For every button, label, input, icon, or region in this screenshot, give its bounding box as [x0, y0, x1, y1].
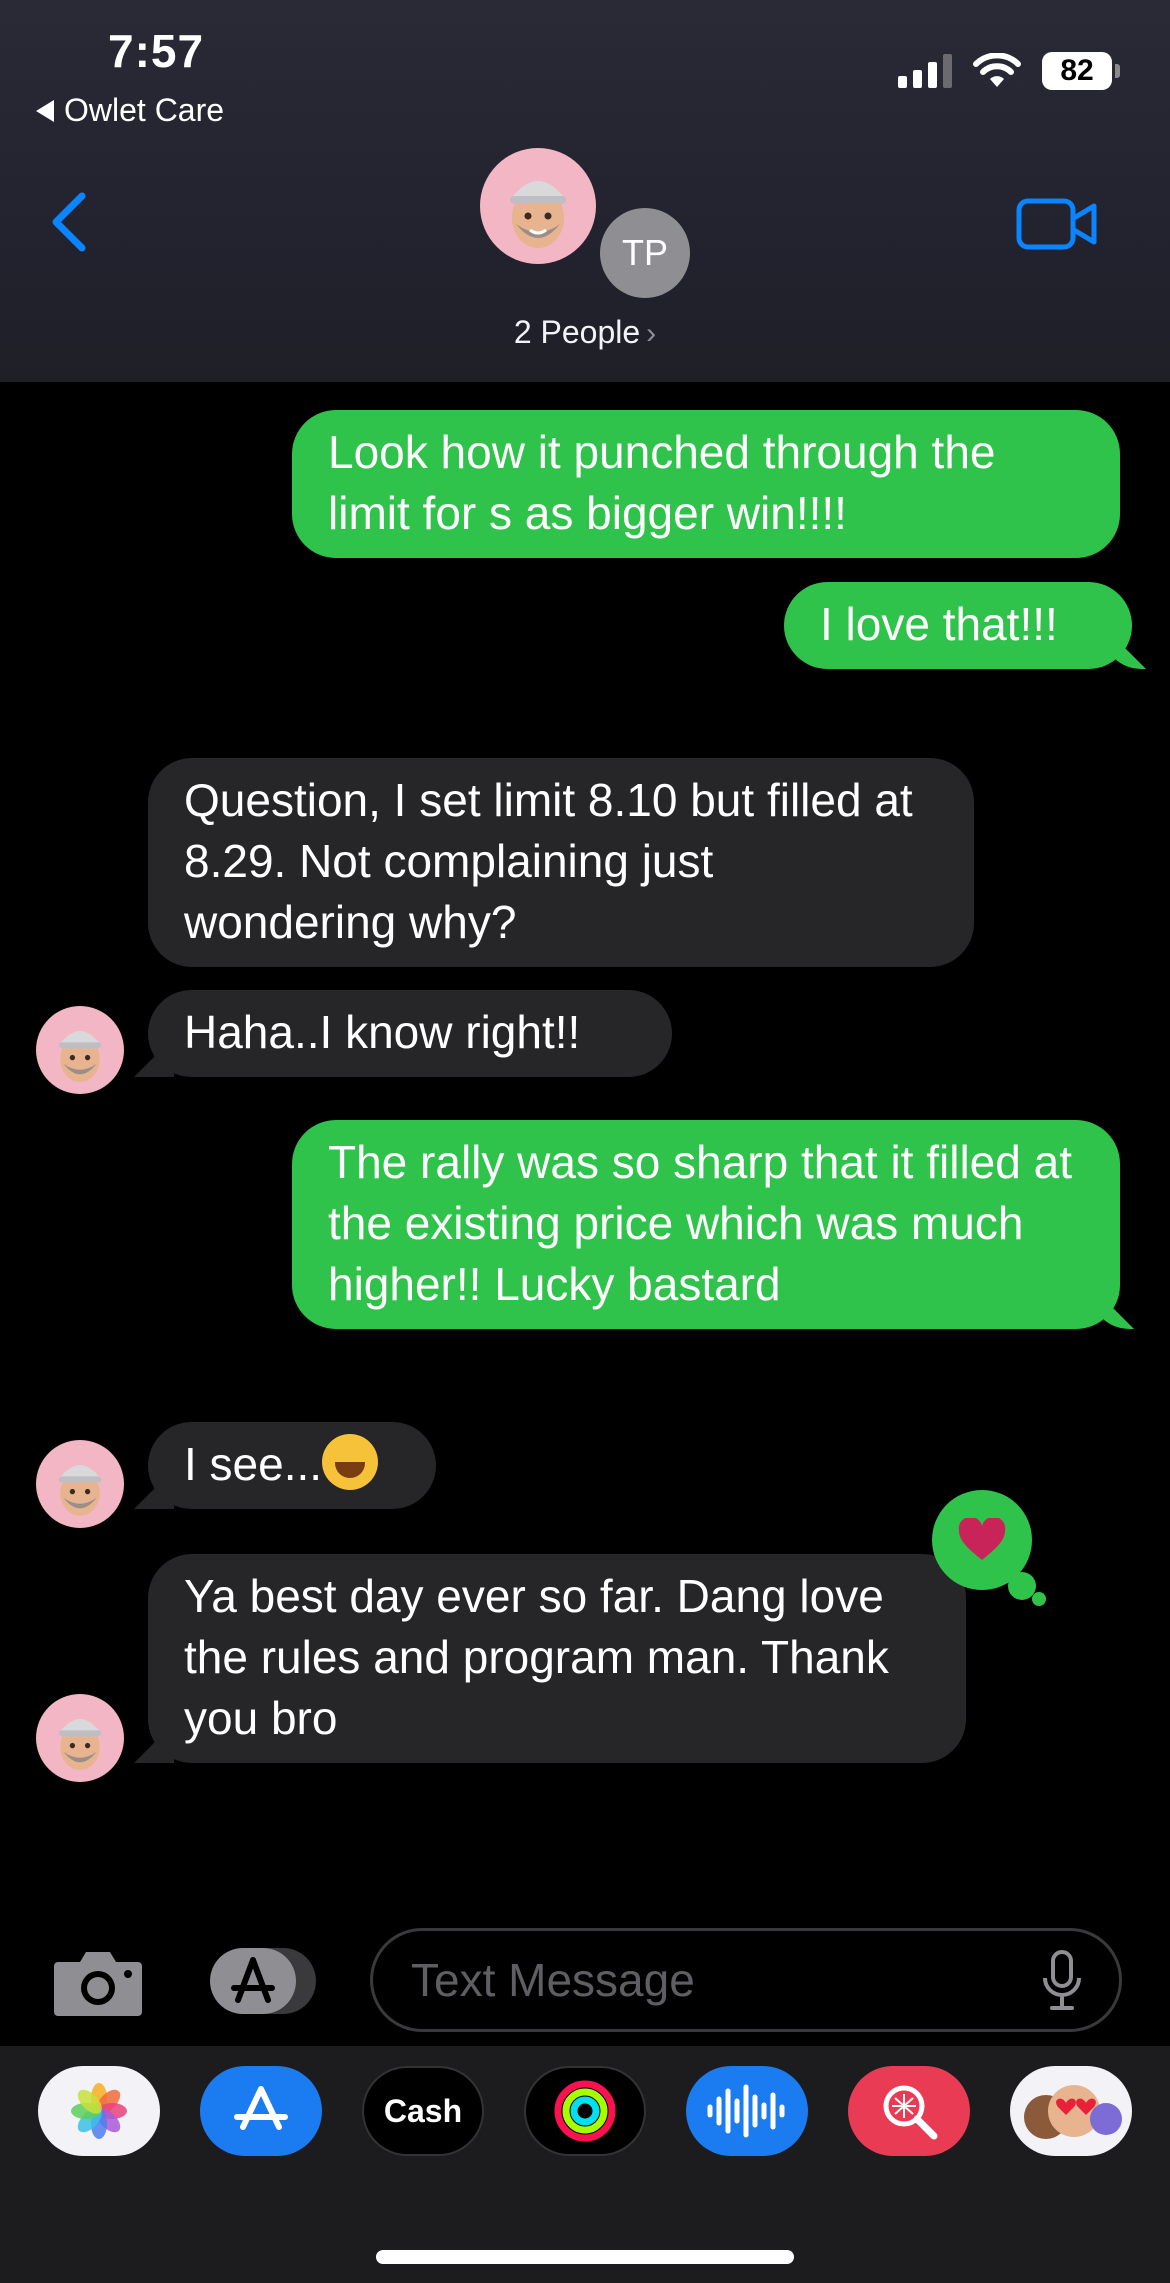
- image-search-icon[interactable]: [848, 2066, 970, 2156]
- message-bubble-received[interactable]: Ya best day ever so far. Dang love the r…: [148, 1554, 966, 1763]
- camera-icon[interactable]: [52, 1944, 144, 2018]
- status-indicators: 82: [898, 52, 1120, 90]
- participants-label: 2 People: [513, 314, 641, 350]
- home-indicator[interactable]: [376, 2250, 794, 2264]
- message-input[interactable]: [370, 1928, 1122, 2032]
- status-time: 7:57: [108, 25, 205, 77]
- back-triangle-icon: [36, 99, 54, 122]
- message-bubble-received[interactable]: I see...: [148, 1422, 436, 1509]
- apple-cash-label: Cash: [383, 2092, 463, 2129]
- message-bubble-received[interactable]: Haha..I know right!!: [148, 990, 672, 1077]
- sender-avatar[interactable]: [36, 1440, 124, 1528]
- memoji-avatar-icon: [58, 1031, 102, 1082]
- message-bubble-sent[interactable]: I love that!!!: [784, 582, 1132, 669]
- sender-avatar[interactable]: [36, 1006, 124, 1094]
- conversation-header: 7:57 Owlet Care 82 TP 2 People ›: [0, 0, 1170, 382]
- message-bubble-sent[interactable]: Look how it punched through the limit fo…: [292, 410, 1120, 558]
- participants-details-link[interactable]: 2 People ›: [0, 314, 1170, 351]
- message-bubble-sent[interactable]: The rally was so sharp that it filled at…: [292, 1120, 1120, 1329]
- photos-icon[interactable]: [38, 2066, 160, 2156]
- chevron-left-icon[interactable]: [48, 192, 88, 252]
- wifi-icon: [973, 53, 1021, 87]
- microphone-icon[interactable]: [1040, 1950, 1084, 2010]
- battery-icon: 82: [1042, 52, 1120, 90]
- heart-icon: [958, 1518, 1006, 1560]
- contact-avatar[interactable]: [480, 148, 596, 264]
- cellular-signal-icon: [898, 54, 952, 88]
- sender-avatar[interactable]: [36, 1694, 124, 1782]
- audio-message-icon[interactable]: [686, 2066, 808, 2156]
- chevron-right-icon: ›: [646, 317, 657, 350]
- memoji-avatar-icon: [58, 1465, 102, 1516]
- message-bubble-received[interactable]: Question, I set limit 8.10 but filled at…: [148, 758, 974, 967]
- app-store-drawer-icon[interactable]: [208, 1944, 318, 2018]
- memoji-avatar-icon: [58, 1719, 102, 1770]
- message-text: I see...: [184, 1438, 323, 1490]
- app-store-icon[interactable]: [200, 2066, 322, 2156]
- back-app-label: Owlet Care: [64, 92, 225, 128]
- facetime-video-icon[interactable]: [1016, 198, 1098, 250]
- back-to-app-link[interactable]: Owlet Care: [36, 92, 224, 129]
- laughing-emoji-icon: [322, 1434, 379, 1490]
- memoji-avatar-icon: [510, 181, 566, 248]
- heart-reaction[interactable]: [932, 1490, 1046, 1606]
- memoji-icon[interactable]: [1010, 2066, 1132, 2156]
- activity-icon[interactable]: [524, 2066, 646, 2156]
- participant-initials-avatar[interactable]: TP: [600, 208, 690, 298]
- apple-cash-icon[interactable]: Cash: [362, 2066, 484, 2156]
